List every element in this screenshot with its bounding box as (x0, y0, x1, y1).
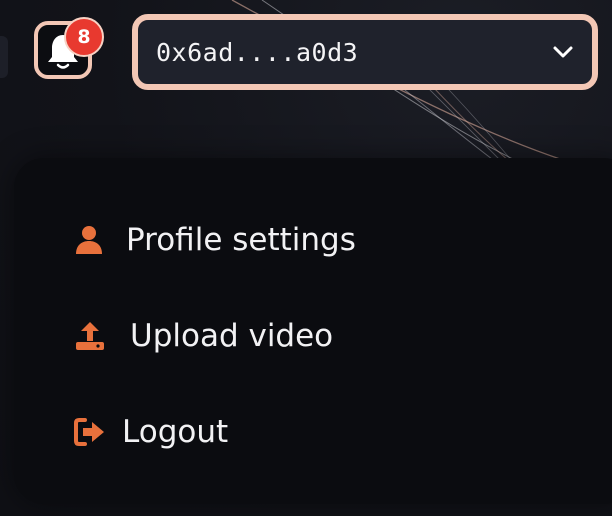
app-root: 8 0x6ad....a0d3 Profile settings Upload … (0, 0, 612, 516)
logout-icon (72, 417, 108, 447)
menu-item-upload-video[interactable]: Upload video (72, 306, 333, 366)
chevron-down-icon (553, 46, 573, 58)
upload-icon (72, 320, 108, 352)
menu-item-logout[interactable]: Logout (72, 402, 228, 462)
wallet-address: 0x6ad....a0d3 (156, 37, 359, 67)
wallet-select[interactable]: 0x6ad....a0d3 (132, 14, 598, 90)
menu-item-label: Profile settings (126, 222, 356, 258)
notification-count-badge: 8 (64, 17, 104, 57)
menu-item-label: Upload video (130, 318, 334, 354)
menu-item-label: Logout (122, 414, 229, 450)
user-icon (72, 225, 106, 255)
left-edge-button (0, 36, 8, 78)
menu-item-profile-settings[interactable]: Profile settings (72, 210, 356, 270)
